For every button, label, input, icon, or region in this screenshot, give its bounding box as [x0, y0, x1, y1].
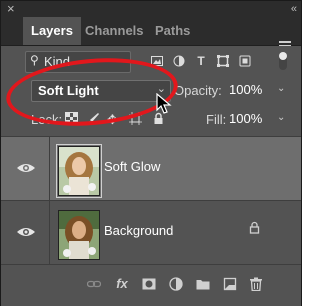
tab-paths[interactable]: Paths — [147, 17, 198, 45]
panel-title-bar: × « — [1, 1, 301, 17]
layer-thumbnail[interactable] — [58, 210, 100, 260]
layer-row-background[interactable]: Background — [1, 201, 301, 265]
layers-panel-body: ⚲ Kind ⌄ T Soft Light ⌄ Opacity: 100% ⌄ … — [1, 46, 301, 306]
filter-toggle[interactable] — [279, 52, 287, 70]
layers-panel: × « Layers Channels Paths ⚲ Kind ⌄ T Sof… — [0, 0, 302, 306]
group-folder-icon[interactable] — [196, 277, 210, 291]
mask-icon[interactable] — [142, 277, 156, 291]
layer-row-soft-glow[interactable]: Soft Glow — [1, 137, 301, 201]
visibility-eye-icon[interactable] — [15, 159, 37, 177]
tab-channels[interactable]: Channels — [77, 17, 152, 45]
fill-value: 100% — [229, 111, 263, 126]
row-separator — [49, 137, 50, 200]
visibility-eye-icon[interactable] — [15, 223, 37, 241]
layers-footer: fx — [1, 264, 301, 306]
shape-filter-icon[interactable] — [217, 55, 229, 67]
fx-icon[interactable]: fx — [115, 277, 129, 291]
collapse-panel-icon[interactable]: « — [291, 2, 297, 16]
mouse-cursor-icon — [156, 92, 172, 115]
layer-lock-icon — [249, 221, 260, 237]
fill-label: Fill: — [206, 112, 227, 127]
layer-thumbnail[interactable] — [56, 144, 102, 198]
smart-object-filter-icon[interactable] — [239, 55, 251, 67]
fill-input[interactable]: 100% — [229, 109, 283, 129]
panel-tabs: Layers Channels Paths — [1, 17, 301, 51]
search-icon: ⚲ — [30, 53, 39, 67]
type-filter-icon[interactable]: T — [195, 55, 207, 67]
opacity-value: 100% — [229, 82, 263, 97]
layers-list: Soft Glow Background — [1, 136, 301, 265]
adjustment-layer-icon[interactable] — [169, 277, 183, 291]
new-layer-icon[interactable] — [223, 277, 237, 291]
adjustment-filter-icon[interactable] — [173, 55, 185, 67]
row-separator — [49, 201, 50, 264]
link-icon[interactable] — [86, 277, 102, 291]
opacity-label: Opacity: — [174, 83, 222, 98]
opacity-dropdown-icon[interactable]: ⌄ — [277, 83, 285, 94]
fill-dropdown-icon[interactable]: ⌄ — [277, 112, 285, 123]
layer-name[interactable]: Soft Glow — [104, 159, 160, 174]
layer-name[interactable]: Background — [104, 223, 173, 238]
trash-icon[interactable] — [249, 277, 263, 292]
opacity-input[interactable]: 100% — [229, 80, 283, 100]
close-panel-icon[interactable]: × — [7, 2, 15, 16]
tab-layers[interactable]: Layers — [23, 17, 81, 45]
